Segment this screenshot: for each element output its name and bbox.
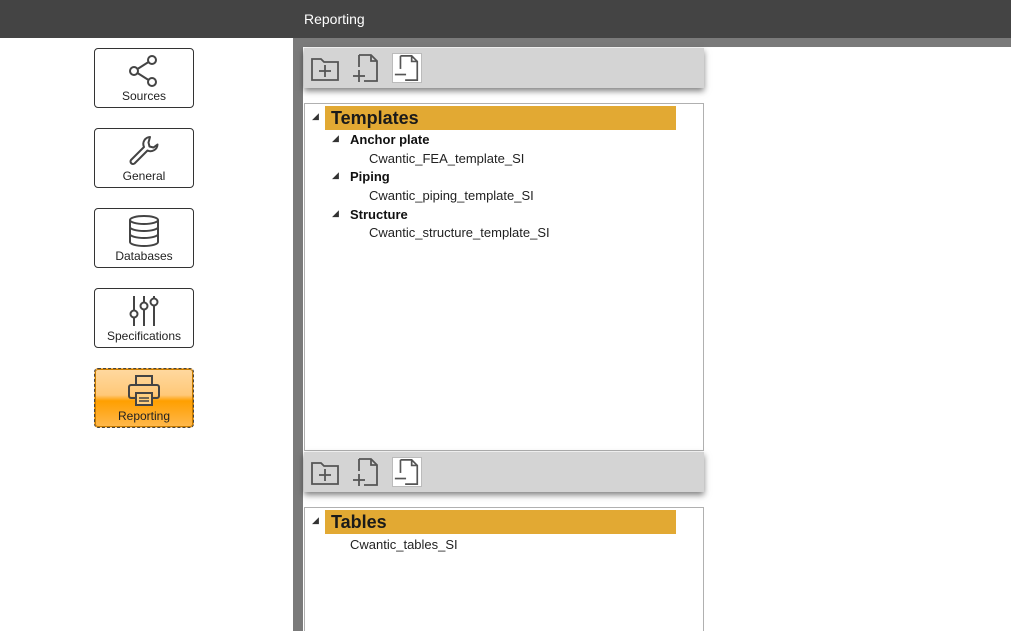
expand-arrow-icon[interactable]: ◢ xyxy=(312,112,319,122)
nav-button-reporting[interactable]: Reporting xyxy=(94,368,194,428)
add-file-icon xyxy=(353,54,378,82)
expand-arrow-icon[interactable]: ◢ xyxy=(312,516,319,526)
remove-file-icon xyxy=(394,55,419,81)
add-file-button[interactable] xyxy=(351,457,381,487)
templates-header[interactable]: Templates xyxy=(325,106,676,130)
tables-tree: ◢ Tables Cwantic_tables_SI xyxy=(304,507,704,631)
wrench-icon xyxy=(124,133,164,169)
tree-item[interactable]: Cwantic_structure_template_SI xyxy=(369,225,550,240)
expand-arrow-icon[interactable]: ◢ xyxy=(332,134,339,144)
tables-header[interactable]: Tables xyxy=(325,510,676,534)
tree-group-structure[interactable]: Structure xyxy=(350,207,408,222)
nav-label-specifications: Specifications xyxy=(106,329,182,343)
panel-splitter[interactable] xyxy=(293,38,303,631)
add-folder-icon xyxy=(311,462,339,485)
add-folder-button[interactable] xyxy=(310,457,340,487)
sliders-icon xyxy=(124,293,164,329)
tree-item[interactable]: Cwantic_piping_template_SI xyxy=(369,188,534,203)
tree-item[interactable]: Cwantic_tables_SI xyxy=(350,537,458,552)
tree-group-anchor-plate[interactable]: Anchor plate xyxy=(350,132,429,147)
tree-group-piping[interactable]: Piping xyxy=(350,169,390,184)
tree-item[interactable]: Cwantic_FEA_template_SI xyxy=(369,151,524,166)
tables-toolbar xyxy=(304,452,704,492)
top-strip xyxy=(303,38,1011,47)
templates-toolbar xyxy=(304,48,704,88)
printer-icon xyxy=(124,373,164,409)
database-icon xyxy=(124,213,164,249)
nav-button-specifications[interactable]: Specifications xyxy=(94,288,194,348)
remove-file-button[interactable] xyxy=(392,53,422,83)
tables-header-label: Tables xyxy=(331,512,387,532)
add-folder-button[interactable] xyxy=(310,53,340,83)
add-folder-icon xyxy=(311,58,339,81)
remove-file-icon xyxy=(394,459,419,485)
window-title: Reporting xyxy=(304,11,365,27)
nav-label-sources: Sources xyxy=(121,89,167,103)
nav-button-sources[interactable]: Sources xyxy=(94,48,194,108)
nav-button-databases[interactable]: Databases xyxy=(94,208,194,268)
expand-arrow-icon[interactable]: ◢ xyxy=(332,209,339,219)
expand-arrow-icon[interactable]: ◢ xyxy=(332,171,339,181)
nav-label-databases: Databases xyxy=(115,249,173,263)
nav-label-reporting: Reporting xyxy=(117,409,171,423)
nav-button-general[interactable]: General xyxy=(94,128,194,188)
title-bar: Reporting xyxy=(0,0,1011,38)
templates-header-label: Templates xyxy=(331,108,419,128)
remove-file-button[interactable] xyxy=(392,457,422,487)
share-icon xyxy=(124,53,164,89)
nav-label-general: General xyxy=(122,169,166,183)
add-file-icon xyxy=(353,458,378,486)
templates-tree: ◢ Templates ◢ Anchor plate Cwantic_FEA_t… xyxy=(304,103,704,451)
add-file-button[interactable] xyxy=(351,53,381,83)
